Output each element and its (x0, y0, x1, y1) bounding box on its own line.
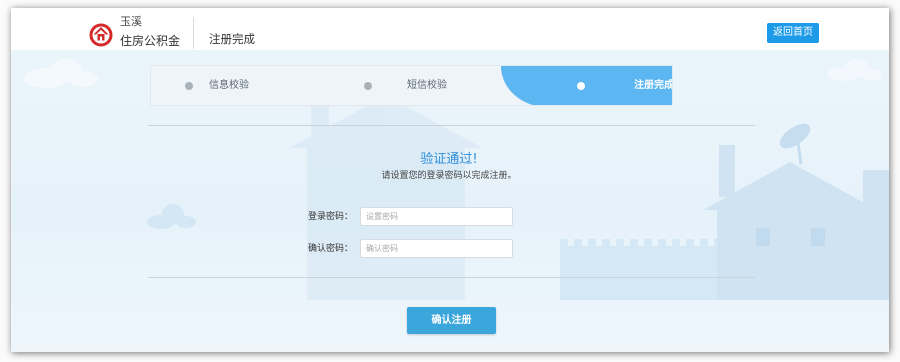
page: 玉溪 住房公积金 注册完成 返回首页 信息校验 短信校验 注册完成 验证通过! … (0, 0, 900, 362)
tall-building (863, 170, 889, 300)
header-divider (193, 17, 194, 49)
cloud-puff (860, 69, 882, 81)
step-label: 注册完成 (634, 80, 673, 91)
logo-door (100, 36, 102, 41)
main-content: 信息校验 短信校验 注册完成 验证通过! 请设置您的登录密码以完成注册。 登录密… (11, 50, 889, 352)
step-registration-complete: 注册完成 (501, 66, 673, 105)
dish (779, 123, 811, 149)
divider-top (148, 125, 755, 126)
step-progress-bar: 信息校验 短信校验 注册完成 (150, 65, 673, 106)
cloud-top-right (827, 59, 882, 81)
house-window (756, 228, 770, 246)
logo-graphic (89, 23, 113, 47)
page-title: 注册完成 (209, 32, 255, 46)
step-label: 短信校验 (407, 80, 447, 91)
cloud-top-left (24, 59, 98, 88)
confirm-password-label: 确认密码： (307, 244, 353, 254)
satellite-dish-icon (779, 123, 811, 165)
app-window: 玉溪 住房公积金 注册完成 返回首页 信息校验 短信校验 注册完成 验证通过! … (11, 8, 889, 352)
step-dot-icon (185, 82, 193, 90)
house-window (811, 228, 825, 246)
housing-fund-logo-icon[interactable] (88, 21, 114, 47)
logo-org-name: 住房公积金 (120, 34, 181, 48)
cloud-puff (68, 71, 98, 87)
step-label: 信息校验 (209, 80, 249, 91)
password-input[interactable] (360, 207, 513, 226)
home-button[interactable]: 返回首页 (767, 23, 819, 43)
password-label: 登录密码： (307, 212, 353, 222)
success-title: 验证通过! (420, 152, 478, 167)
house-chimney (311, 102, 329, 138)
top-header: 玉溪 住房公积金 注册完成 返回首页 (11, 8, 889, 50)
step-dot-icon (364, 82, 372, 90)
castle-wall-silhouette (560, 239, 722, 300)
center-house-silhouette (289, 96, 483, 300)
confirm-register-button[interactable]: 确认注册 (407, 307, 496, 334)
dish-stand (796, 141, 803, 165)
step-info-verification: 信息校验 (151, 66, 326, 105)
instruction-text: 请设置您的登录密码以完成注册。 (381, 171, 517, 181)
cloud-puff (176, 216, 196, 228)
confirm-password-input[interactable] (360, 239, 513, 258)
step-sms-verification: 短信校验 (326, 66, 501, 105)
house-body (717, 208, 863, 300)
logo-city-name: 玉溪 (120, 15, 142, 28)
cloud-mid-left (147, 204, 196, 229)
step-dot-icon (577, 82, 585, 90)
divider-bottom (148, 277, 755, 278)
